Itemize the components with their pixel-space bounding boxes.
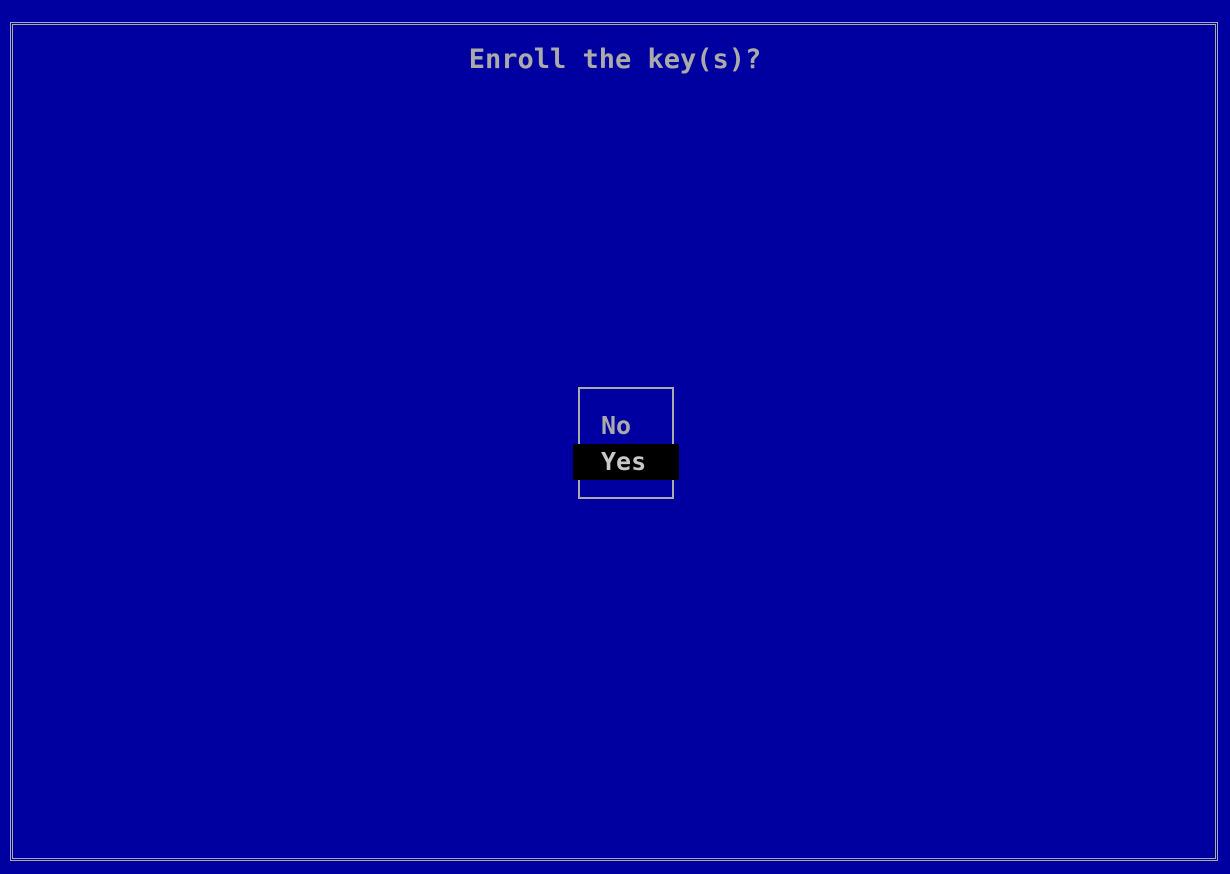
uefi-screen: Enroll the key(s)? No Yes xyxy=(0,0,1230,874)
dialog-title: Enroll the key(s)? xyxy=(468,44,762,75)
option-no[interactable]: No xyxy=(573,408,679,444)
option-yes[interactable]: Yes xyxy=(573,444,679,480)
